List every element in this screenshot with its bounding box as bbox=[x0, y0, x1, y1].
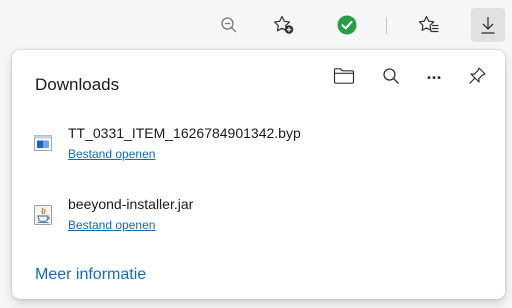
search-downloads-button[interactable] bbox=[377, 64, 405, 92]
pin-panel-button[interactable] bbox=[463, 64, 491, 92]
search-icon bbox=[382, 67, 400, 90]
downloads-icon bbox=[479, 15, 497, 35]
more-info-link[interactable]: Meer informatie bbox=[35, 266, 146, 284]
byp-file-icon bbox=[34, 134, 52, 152]
java-jar-icon bbox=[34, 205, 52, 225]
open-file-link[interactable]: Bestand openen bbox=[68, 147, 155, 161]
toolbar-separator bbox=[386, 17, 387, 34]
folder-icon bbox=[333, 67, 355, 90]
download-item[interactable]: TT_0331_ITEM_1626784901342.byp Bestand o… bbox=[12, 119, 505, 177]
more-icon: ··· bbox=[426, 67, 443, 88]
file-name: TT_0331_ITEM_1626784901342.byp bbox=[68, 125, 301, 141]
zoom-out-icon bbox=[220, 16, 238, 34]
favorites-button[interactable] bbox=[412, 8, 446, 42]
add-favorite-icon bbox=[273, 15, 295, 35]
panel-title: Downloads bbox=[35, 75, 120, 94]
pin-icon bbox=[467, 66, 487, 91]
download-item[interactable]: beeyond-installer.jar Bestand openen bbox=[12, 190, 505, 248]
zoom-out-button[interactable] bbox=[212, 8, 246, 42]
open-file-link[interactable]: Bestand openen bbox=[68, 218, 155, 232]
add-favorite-button[interactable] bbox=[267, 8, 301, 42]
downloads-panel: Downloads ··· TT_0331_ITEM_1626784901342… bbox=[12, 50, 505, 299]
extension-button[interactable] bbox=[330, 8, 364, 42]
extension-check-icon bbox=[336, 14, 358, 36]
file-name: beeyond-installer.jar bbox=[68, 196, 194, 212]
open-folder-button[interactable] bbox=[330, 64, 358, 92]
favorites-icon bbox=[418, 15, 440, 35]
browser-toolbar bbox=[0, 0, 512, 50]
more-options-button[interactable]: ··· bbox=[420, 64, 448, 92]
downloads-button[interactable] bbox=[471, 8, 505, 42]
